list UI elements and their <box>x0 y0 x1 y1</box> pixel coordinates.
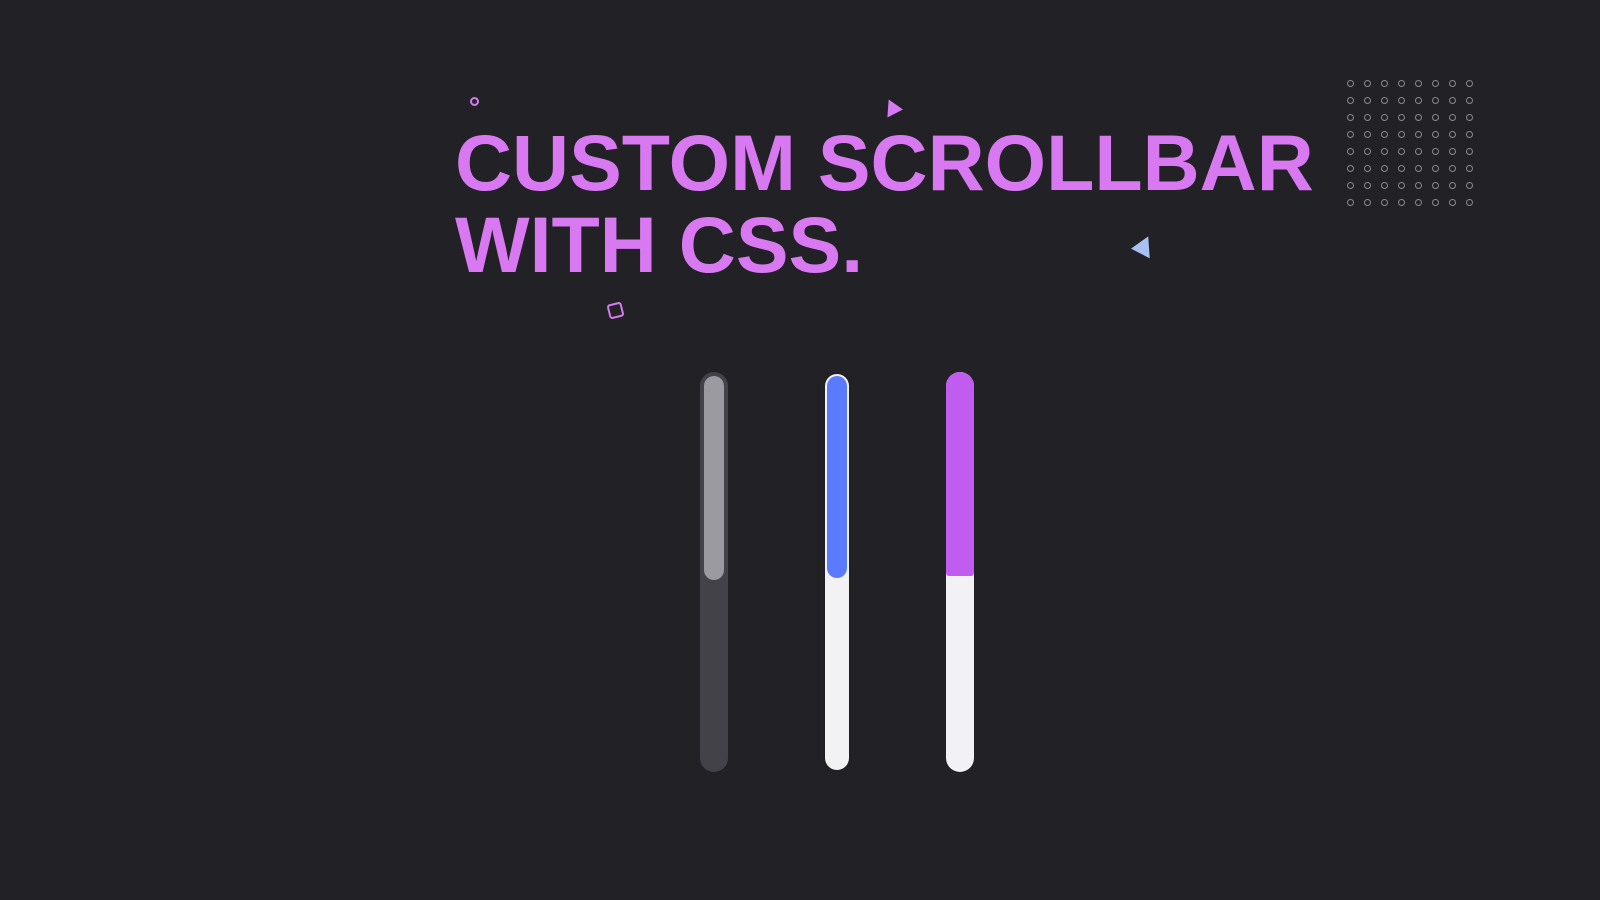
square-outline-icon <box>606 301 624 319</box>
dot-icon <box>1432 165 1439 172</box>
scrollbar-grey-track[interactable] <box>700 372 728 772</box>
dot-icon <box>1449 165 1456 172</box>
dot-icon <box>1381 182 1388 189</box>
dot-icon <box>1415 148 1422 155</box>
dot-icon <box>1381 80 1388 87</box>
headline-line-1: CUSTOM SCROLLBAR <box>455 118 1314 207</box>
dot-icon <box>1449 114 1456 121</box>
dot-icon <box>1449 97 1456 104</box>
triangle-play-icon <box>887 99 903 118</box>
dot-icon <box>1449 131 1456 138</box>
scrollbar-grey-thumb[interactable] <box>704 376 724 580</box>
dot-icon <box>1398 131 1405 138</box>
dot-icon <box>1347 114 1354 121</box>
dot-icon <box>1381 114 1388 121</box>
dot-icon <box>1381 148 1388 155</box>
dot-icon <box>1432 182 1439 189</box>
triangle-blue-icon <box>1130 236 1149 259</box>
dot-icon <box>1364 182 1371 189</box>
dot-icon <box>1398 97 1405 104</box>
dot-icon <box>1364 97 1371 104</box>
dot-icon <box>1466 80 1473 87</box>
ring-icon <box>470 97 479 106</box>
dot-icon <box>1398 114 1405 121</box>
dot-icon <box>1466 114 1473 121</box>
dot-icon <box>1347 131 1354 138</box>
dot-icon <box>1449 199 1456 206</box>
headline: CUSTOM SCROLLBAR WITH CSS. <box>455 122 1314 286</box>
dot-icon <box>1432 199 1439 206</box>
dot-icon <box>1415 80 1422 87</box>
dot-icon <box>1415 131 1422 138</box>
dot-icon <box>1347 199 1354 206</box>
dot-icon <box>1432 148 1439 155</box>
dot-icon <box>1432 97 1439 104</box>
dot-icon <box>1381 199 1388 206</box>
dot-icon <box>1364 165 1371 172</box>
dot-icon <box>1432 131 1439 138</box>
dot-icon <box>1466 131 1473 138</box>
dot-icon <box>1364 80 1371 87</box>
dot-grid-decoration <box>1347 80 1474 207</box>
dot-icon <box>1432 80 1439 87</box>
dot-icon <box>1449 80 1456 87</box>
scrollbar-blue-thumb[interactable] <box>827 376 847 578</box>
dot-icon <box>1347 80 1354 87</box>
dot-icon <box>1381 97 1388 104</box>
dot-icon <box>1415 97 1422 104</box>
scrollbar-purple-thumb[interactable] <box>946 372 974 576</box>
dot-icon <box>1364 148 1371 155</box>
dot-icon <box>1466 182 1473 189</box>
dot-icon <box>1364 199 1371 206</box>
dot-icon <box>1449 148 1456 155</box>
dot-icon <box>1398 148 1405 155</box>
dot-icon <box>1364 131 1371 138</box>
dot-icon <box>1415 114 1422 121</box>
dot-icon <box>1466 199 1473 206</box>
dot-icon <box>1415 182 1422 189</box>
dot-icon <box>1466 97 1473 104</box>
dot-icon <box>1347 182 1354 189</box>
dot-icon <box>1364 114 1371 121</box>
dot-icon <box>1415 165 1422 172</box>
dot-icon <box>1381 131 1388 138</box>
dot-icon <box>1347 97 1354 104</box>
scrollbar-showcase <box>700 372 974 772</box>
dot-icon <box>1466 148 1473 155</box>
headline-line-2: WITH CSS. <box>455 200 863 289</box>
dot-icon <box>1381 165 1388 172</box>
dot-icon <box>1415 199 1422 206</box>
dot-icon <box>1398 80 1405 87</box>
dot-icon <box>1347 148 1354 155</box>
dot-icon <box>1449 182 1456 189</box>
scrollbar-blue-track[interactable] <box>823 372 851 772</box>
dot-icon <box>1432 114 1439 121</box>
scrollbar-purple-track[interactable] <box>946 372 974 772</box>
dot-icon <box>1398 182 1405 189</box>
dot-icon <box>1398 165 1405 172</box>
dot-icon <box>1347 165 1354 172</box>
dot-icon <box>1398 199 1405 206</box>
dot-icon <box>1466 165 1473 172</box>
